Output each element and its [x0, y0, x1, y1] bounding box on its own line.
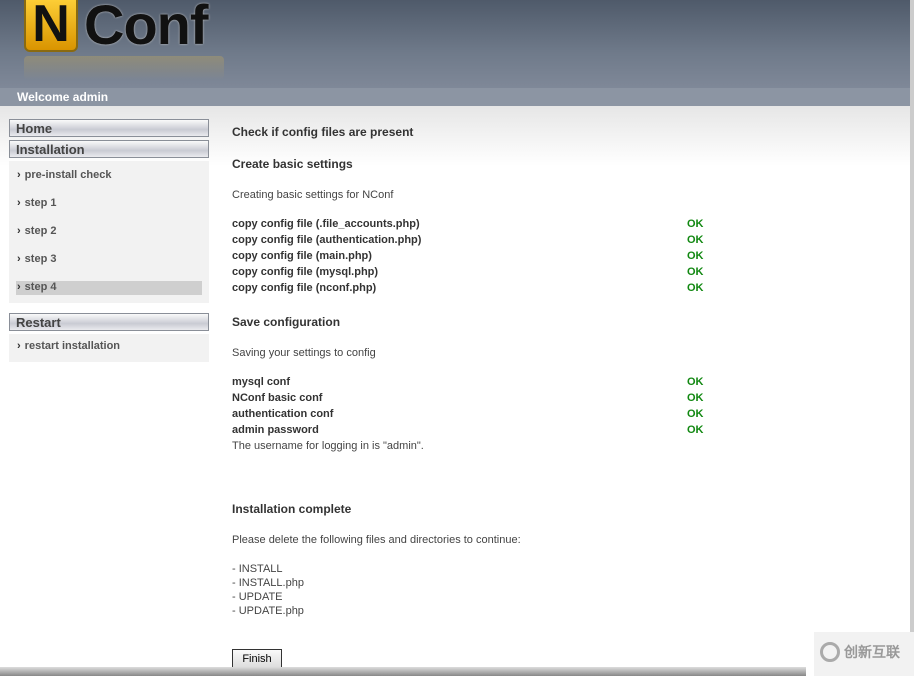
status-ok: OK [687, 424, 704, 436]
chevron-right-icon: › [17, 253, 21, 265]
status-bar [0, 667, 806, 676]
file-list: - INSTALL - INSTALL.php - UPDATE - UPDAT… [232, 563, 712, 619]
sidebar-item-label: step 1 [24, 197, 57, 209]
sidebar-home[interactable]: Home [9, 119, 209, 137]
result-row: copy config file (main.php) OK [232, 250, 712, 266]
result-label: NConf basic conf [232, 392, 323, 404]
result-row: mysql conf OK [232, 376, 712, 392]
finish-button[interactable]: Finish [232, 649, 282, 668]
welcome-bar: Welcome admin [0, 88, 914, 106]
result-label: authentication conf [232, 408, 334, 420]
result-label: copy config file (.file_accounts.php) [232, 218, 420, 230]
sidebar-item-step-3[interactable]: › step 3 [16, 247, 202, 275]
sidebar-item-label: step 4 [24, 281, 57, 293]
result-row: admin password OK [232, 424, 712, 440]
sidebar-restart-header: Restart [9, 313, 209, 331]
chevron-right-icon: › [17, 340, 21, 352]
complete-title: Installation complete [232, 502, 352, 516]
file-item: - UPDATE.php [232, 605, 304, 617]
header: N Conf [0, 0, 914, 88]
result-label: copy config file (mysql.php) [232, 266, 379, 278]
status-ok: OK [687, 218, 704, 230]
sidebar: Home Installation › pre-install check › st… [9, 119, 209, 372]
status-ok: OK [687, 250, 704, 262]
sidebar-item-step-4[interactable]: › step 4 [16, 281, 202, 295]
sidebar-item-step-2[interactable]: › step 2 [16, 219, 202, 247]
main-content: Check if config files are present Create… [232, 125, 712, 619]
status-ok: OK [687, 266, 704, 278]
result-row: copy config file (.file_accounts.php) OK [232, 218, 712, 234]
complete-desc: Please delete the following files and di… [232, 534, 521, 546]
sidebar-item-label: restart installation [24, 340, 121, 352]
result-row: authentication conf OK [232, 408, 712, 424]
save-title: Save configuration [232, 315, 341, 329]
create-results: copy config file (.file_accounts.php) OK c… [232, 218, 712, 298]
sidebar-item-label: step 3 [24, 253, 57, 265]
status-ok: OK [687, 408, 704, 420]
result-row: copy config file (nconf.php) OK [232, 282, 712, 298]
status-ok: OK [687, 392, 704, 404]
sidebar-item-label: pre-install check [24, 169, 112, 181]
watermark-logo: 创新互联 [814, 632, 914, 676]
create-title: Create basic settings [232, 157, 353, 171]
save-results: mysql conf OK NConf basic conf OK authentica… [232, 376, 712, 440]
result-label: copy config file (nconf.php) [232, 282, 377, 294]
chevron-right-icon: › [17, 281, 21, 293]
file-item: - INSTALL [232, 563, 283, 575]
result-label: copy config file (authentication.php) [232, 234, 422, 246]
nconf-logo: N Conf [20, 0, 230, 88]
username-note: The username for logging in is "admin". [232, 440, 424, 452]
chevron-right-icon: › [17, 197, 21, 209]
sidebar-item-step-1[interactable]: › step 1 [16, 191, 202, 219]
sidebar-installation-header: Installation [9, 140, 209, 158]
status-ok: OK [687, 376, 704, 388]
result-label: copy config file (main.php) [232, 250, 372, 262]
status-ok: OK [687, 234, 704, 246]
sidebar-item-pre-install-check[interactable]: › pre-install check [16, 163, 202, 191]
file-item: - INSTALL.php [232, 577, 304, 589]
file-item: - UPDATE [232, 591, 283, 603]
sidebar-item-restart-installation[interactable]: › restart installation [16, 336, 202, 358]
result-row: copy config file (authentication.php) OK [232, 234, 712, 250]
chevron-right-icon: › [17, 169, 21, 181]
scrollbar[interactable] [910, 0, 914, 636]
result-label: admin password [232, 424, 319, 436]
create-desc: Creating basic settings for NConf [232, 189, 394, 201]
result-row: copy config file (mysql.php) OK [232, 266, 712, 282]
chevron-right-icon: › [17, 225, 21, 237]
save-desc: Saving your settings to config [232, 347, 376, 359]
result-label: mysql conf [232, 376, 291, 388]
status-ok: OK [687, 282, 704, 294]
sidebar-item-label: step 2 [24, 225, 57, 237]
check-title: Check if config files are present [232, 125, 414, 139]
result-row: NConf basic conf OK [232, 392, 712, 408]
